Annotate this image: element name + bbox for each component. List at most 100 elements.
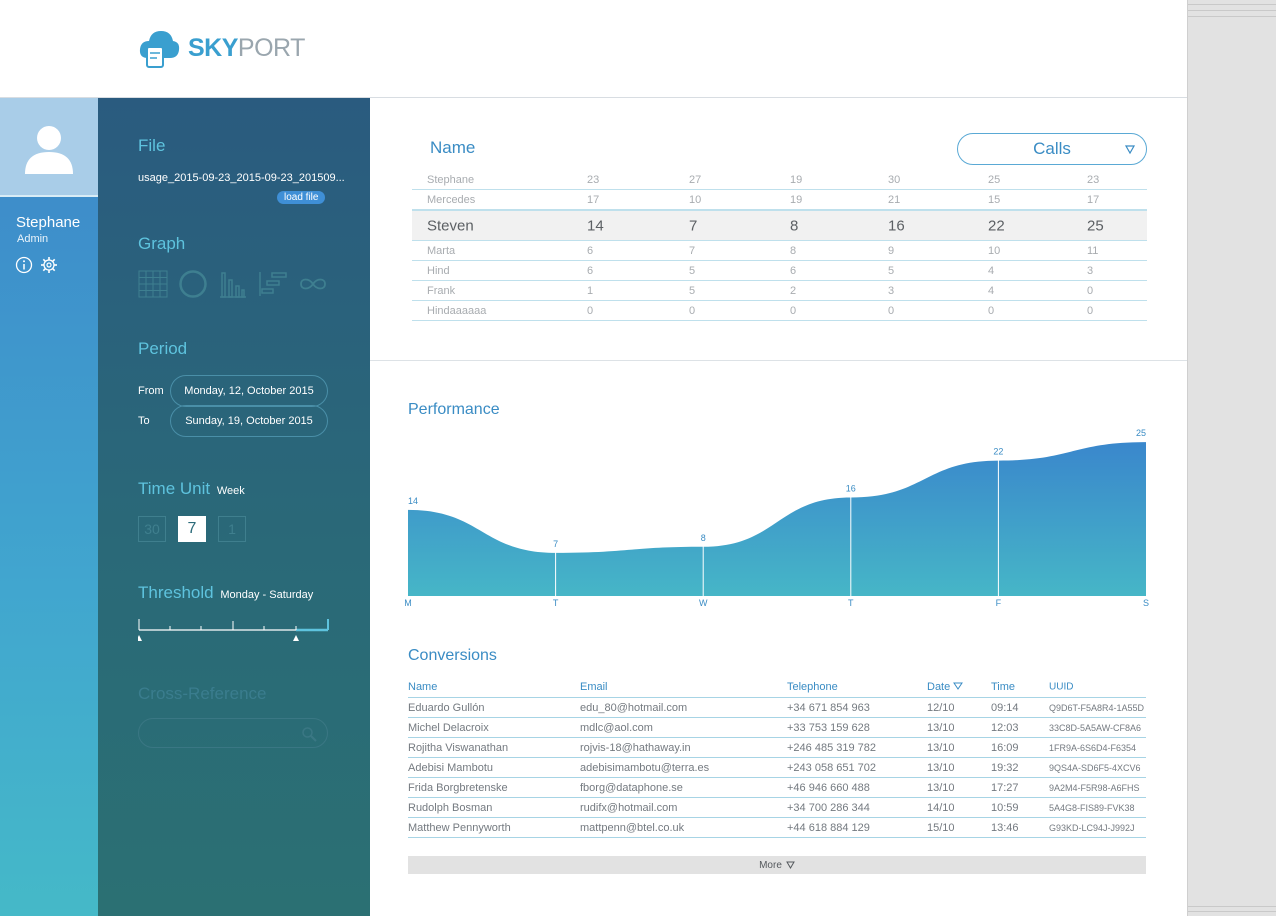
row-name: Frank bbox=[427, 284, 456, 297]
column-header[interactable]: Email bbox=[580, 681, 608, 693]
cell-telephone: +34 700 286 344 bbox=[787, 801, 870, 814]
name-table-row[interactable]: Marta 6 7 8 9 10 11 bbox=[412, 241, 1147, 261]
time-unit-day[interactable]: 1 bbox=[218, 516, 246, 542]
table-icon[interactable] bbox=[138, 270, 168, 298]
time-unit-month[interactable]: 30 bbox=[138, 516, 166, 542]
from-date-field[interactable]: Monday, 12, October 2015 bbox=[170, 375, 328, 407]
graph-type-selector bbox=[138, 270, 328, 298]
column-header[interactable]: UUID bbox=[1049, 681, 1073, 692]
cell-time: 16:09 bbox=[991, 741, 1019, 754]
conversion-row[interactable]: Rojitha Viswanathan rojvis-18@hathaway.in… bbox=[408, 738, 1146, 758]
cell-name: Rojitha Viswanathan bbox=[408, 741, 509, 754]
conversion-row[interactable]: Rudolph Bosman rudifx@hotmail.com +34 700 … bbox=[408, 798, 1146, 818]
period-to: To Sunday, 19, October 2015 bbox=[138, 405, 328, 437]
cell-name: Eduardo Gullón bbox=[408, 701, 485, 714]
cell-email: mattpenn@btel.co.uk bbox=[580, 821, 685, 834]
row-value: 25 bbox=[1087, 217, 1104, 234]
time-unit-selected: Week bbox=[216, 485, 245, 497]
row-value: 30 bbox=[888, 173, 901, 186]
row-value: 23 bbox=[1087, 173, 1100, 186]
slider-start-handle[interactable] bbox=[138, 635, 142, 641]
conversion-row[interactable]: Eduardo Gullón edu_80@hotmail.com +34 671 … bbox=[408, 698, 1146, 718]
infinity-icon[interactable] bbox=[298, 270, 328, 298]
time-unit-selector: 30 7 1 bbox=[138, 516, 246, 542]
column-header[interactable]: Name bbox=[408, 681, 437, 693]
metric-select-value: Calls bbox=[1033, 139, 1071, 158]
row-value: 25 bbox=[988, 173, 1001, 186]
conversions-table: Name Email Telephone Date Time UUID Eduardo Gu… bbox=[408, 676, 1146, 838]
column-header[interactable]: Date bbox=[927, 680, 964, 693]
gear-icon[interactable] bbox=[40, 256, 58, 274]
cell-name: Michel Delacroix bbox=[408, 721, 489, 734]
bar-icon[interactable] bbox=[218, 270, 248, 298]
name-table-row[interactable]: Hind 6 5 6 5 4 3 bbox=[412, 261, 1147, 281]
row-value: 3 bbox=[1087, 264, 1094, 277]
row-value: 8 bbox=[790, 244, 797, 257]
metric-select[interactable]: Calls bbox=[957, 133, 1147, 165]
row-value: 0 bbox=[888, 304, 895, 317]
row-value: 0 bbox=[587, 304, 594, 317]
time-unit-week[interactable]: 7 bbox=[178, 516, 206, 542]
name-table-row[interactable]: Frank 1 5 2 3 4 0 bbox=[412, 281, 1147, 301]
to-date-field[interactable]: Sunday, 19, October 2015 bbox=[170, 405, 328, 437]
cross-reference-input[interactable] bbox=[138, 718, 328, 748]
sort-desc-icon[interactable] bbox=[953, 682, 964, 690]
conversion-row[interactable]: Matthew Pennyworth mattpenn@btel.co.uk +44… bbox=[408, 818, 1146, 838]
name-table-row[interactable]: Steven 14 7 8 16 22 25 bbox=[412, 210, 1147, 241]
data-label: 25 bbox=[1136, 428, 1146, 438]
conversion-row[interactable]: Adebisi Mambotu adebisimambotu@terra.es +2… bbox=[408, 758, 1146, 778]
threshold-value: Monday - Saturday bbox=[220, 589, 314, 601]
more-button[interactable]: More bbox=[408, 856, 1146, 874]
cell-telephone: +34 671 854 963 bbox=[787, 701, 870, 714]
info-icon[interactable] bbox=[15, 256, 33, 274]
conversion-row[interactable]: Frida Borgbretenske fborg@dataphone.se +46… bbox=[408, 778, 1146, 798]
column-header[interactable]: Time bbox=[991, 681, 1015, 693]
gantt-icon[interactable] bbox=[258, 270, 288, 298]
row-name: Mercedes bbox=[427, 193, 476, 206]
right-scroll-area[interactable] bbox=[1187, 0, 1276, 916]
row-value: 2 bbox=[790, 284, 797, 297]
slider-end-handle[interactable] bbox=[293, 635, 299, 641]
cell-date: 13/10 bbox=[927, 741, 955, 754]
threshold-slider[interactable] bbox=[138, 616, 330, 644]
row-name: Hindaaaaaa bbox=[427, 304, 487, 317]
column-header-label: Date bbox=[927, 680, 951, 693]
data-label: 7 bbox=[553, 539, 558, 549]
row-value: 7 bbox=[689, 244, 696, 257]
cloud-logo-icon bbox=[139, 31, 180, 68]
cell-time: 19:32 bbox=[991, 761, 1019, 774]
column-header-label: Name bbox=[408, 680, 438, 693]
avatar[interactable] bbox=[0, 98, 98, 197]
divider bbox=[1188, 911, 1276, 912]
column-header-label: Email bbox=[580, 680, 608, 693]
row-value: 5 bbox=[689, 284, 696, 297]
row-value: 15 bbox=[988, 193, 1001, 206]
threshold-section-title: Threshold Monday - Saturday bbox=[138, 583, 313, 603]
divider bbox=[1188, 16, 1276, 17]
cell-email: mdlc@aol.com bbox=[580, 721, 653, 734]
name-table-title: Name bbox=[430, 138, 476, 157]
cell-name: Matthew Pennyworth bbox=[408, 821, 511, 834]
cell-uuid: 9QS4A-SD6F5-4XCV6 bbox=[1049, 762, 1141, 773]
file-section-title: File bbox=[138, 136, 166, 155]
name-table-row[interactable]: Hindaaaaaa 0 0 0 0 0 0 bbox=[412, 301, 1147, 321]
user-avatar-icon bbox=[25, 125, 73, 174]
row-value: 17 bbox=[1087, 193, 1100, 206]
row-value: 23 bbox=[587, 173, 600, 186]
cell-date: 15/10 bbox=[927, 821, 955, 834]
user-name: Stephane bbox=[16, 214, 81, 231]
performance-chart: 14 M 7 T 8 W 16 T 22 F 25 S bbox=[404, 428, 1149, 608]
conversion-row[interactable]: Michel Delacroix mdlc@aol.com +33 753 159 … bbox=[408, 718, 1146, 738]
logo-text: SKYPORT bbox=[188, 34, 305, 63]
row-value: 3 bbox=[888, 284, 895, 297]
column-header[interactable]: Telephone bbox=[787, 681, 838, 693]
logo[interactable]: SKYPORT bbox=[138, 28, 305, 68]
name-table-row[interactable]: Stephane 23 27 19 30 25 23 bbox=[412, 170, 1147, 190]
pie-icon[interactable] bbox=[178, 270, 208, 298]
name-table-card: Name Calls Stephane 23 27 19 30 25 23 Mercedes 1… bbox=[370, 98, 1187, 361]
cell-time: 17:27 bbox=[991, 781, 1019, 794]
name-table-row[interactable]: Mercedes 17 10 19 21 15 17 bbox=[412, 190, 1147, 210]
name-table: Stephane 23 27 19 30 25 23 Mercedes 17 10 19 21 15 17… bbox=[412, 170, 1147, 321]
load-file-button[interactable]: load file bbox=[277, 191, 326, 204]
search-icon[interactable] bbox=[301, 726, 317, 742]
